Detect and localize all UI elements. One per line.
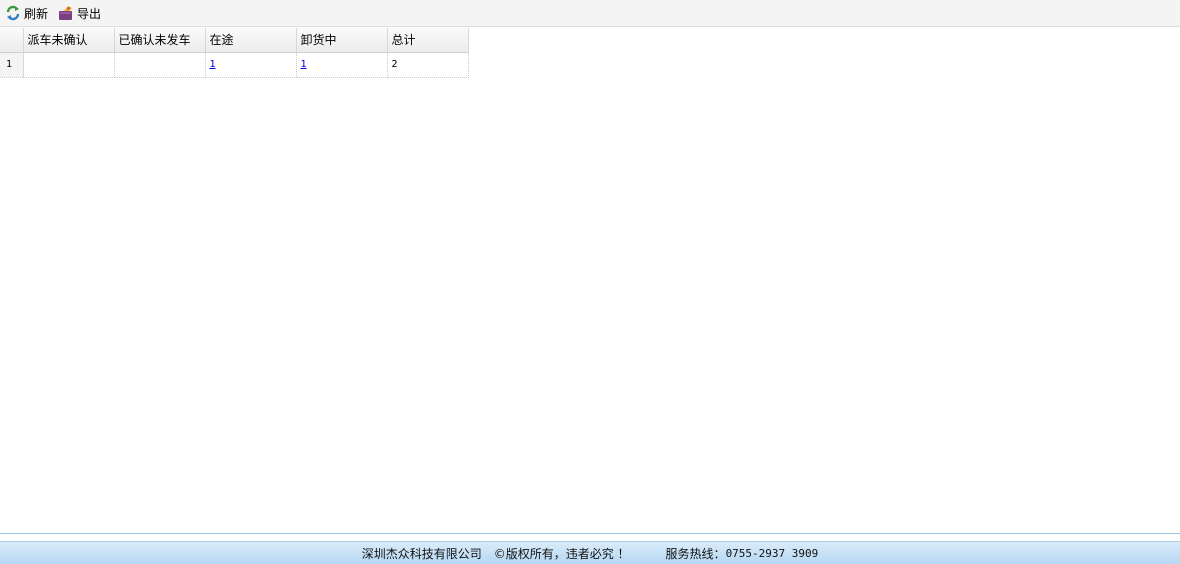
cell-in-transit: 1 [205,52,297,78]
footer: 深圳杰众科技有限公司 ©版权所有，违者必究 ！ 服务热线： 0755-2937 … [0,541,1180,564]
column-header[interactable]: 在途 [205,28,297,53]
export-label: 导出 [77,6,102,21]
column-header[interactable]: 派车未确认 [23,28,115,53]
grid-header-row: 派车未确认 已确认未发车 在途 卸货中 总计 [0,28,469,53]
unloading-link[interactable]: 1 [301,59,307,70]
copyright-text: ©版权所有，违者必究 ！ [493,546,630,561]
status-grid: 派车未确认 已确认未发车 在途 卸货中 总计 1 1 1 2 [0,28,469,78]
hotline-label: 服务热线： [665,546,726,561]
refresh-label: 刷新 [24,6,49,21]
cell-unconfirmed [23,52,115,78]
export-icon [58,5,74,21]
cell-confirmed-not-departed [114,52,206,78]
refresh-icon [5,5,21,21]
table-row[interactable]: 1 1 1 2 [0,52,469,78]
in-transit-link[interactable]: 1 [210,59,216,70]
column-header[interactable]: 已确认未发车 [114,28,206,53]
cell-unloading: 1 [296,52,388,78]
hotline-number: 0755-2937 3909 [725,546,819,560]
toolbar: 刷新 导出 [0,0,1180,27]
column-header[interactable]: 总计 [387,28,469,53]
company-name: 深圳杰众科技有限公司 [361,546,482,561]
column-header[interactable]: 卸货中 [296,28,388,53]
export-button[interactable]: 导出 [58,4,101,22]
row-number: 1 [0,52,24,78]
rownum-header [0,28,24,53]
refresh-button[interactable]: 刷新 [5,4,48,22]
cell-total: 2 [387,52,469,78]
footer-divider [0,533,1180,534]
